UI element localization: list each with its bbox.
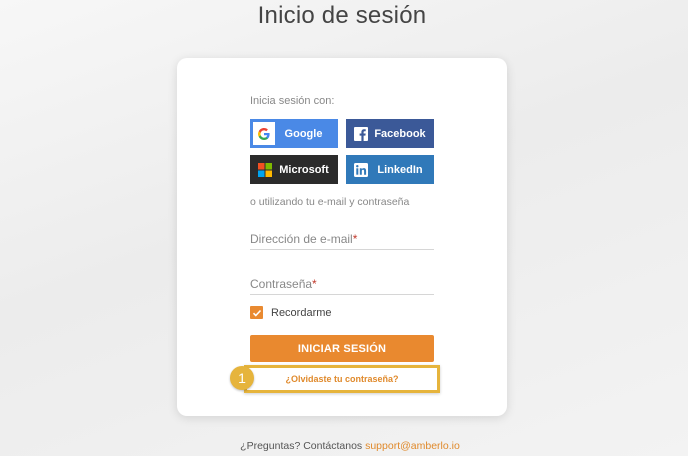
password-field-label: Contraseña xyxy=(250,277,313,291)
step-number-badge: 1 xyxy=(230,366,254,390)
signin-with-label: Inicia sesión con: xyxy=(250,95,335,107)
microsoft-login-button[interactable]: Microsoft xyxy=(250,155,338,184)
facebook-icon xyxy=(350,119,372,148)
microsoft-icon xyxy=(254,155,276,184)
login-card: Inicia sesión con: Google Facebook Micro… xyxy=(177,58,507,416)
required-mark: * xyxy=(312,277,317,291)
or-divider-text: o utilizando tu e-mail y contraseña xyxy=(250,196,410,208)
footer-contact: ¿Preguntas? Contáctanos support@amberlo.… xyxy=(0,440,688,452)
microsoft-login-label: Microsoft xyxy=(279,163,329,176)
support-email-link[interactable]: support@amberlo.io xyxy=(365,440,460,452)
forgot-password-link[interactable]: ¿Olvidaste tu contraseña? xyxy=(285,374,398,384)
facebook-login-button[interactable]: Facebook xyxy=(346,119,434,148)
email-field[interactable]: Dirección de e-mail* xyxy=(250,232,434,250)
footer-question: ¿Preguntas? Contáctanos xyxy=(240,440,363,452)
password-field[interactable]: Contraseña* xyxy=(250,277,434,295)
remember-me[interactable]: Recordarme xyxy=(250,306,332,319)
remember-label: Recordarme xyxy=(271,306,332,319)
page-title: Inicio de sesión xyxy=(257,2,427,29)
google-icon xyxy=(253,122,275,145)
remember-checkbox[interactable] xyxy=(250,306,263,319)
required-mark: * xyxy=(352,232,358,246)
linkedin-icon xyxy=(350,155,372,184)
google-login-button[interactable]: Google xyxy=(250,119,338,148)
google-login-label: Google xyxy=(284,127,323,140)
linkedin-login-label: LinkedIn xyxy=(377,163,423,176)
linkedin-login-button[interactable]: LinkedIn xyxy=(346,155,434,184)
email-field-label: Dirección de e-mail xyxy=(250,232,353,246)
facebook-login-label: Facebook xyxy=(374,127,426,140)
login-submit-button[interactable]: INICIAR SESIÓN xyxy=(250,335,434,362)
check-icon xyxy=(252,309,261,317)
forgot-password-highlight: ¿Olvidaste tu contraseña? xyxy=(244,365,440,393)
